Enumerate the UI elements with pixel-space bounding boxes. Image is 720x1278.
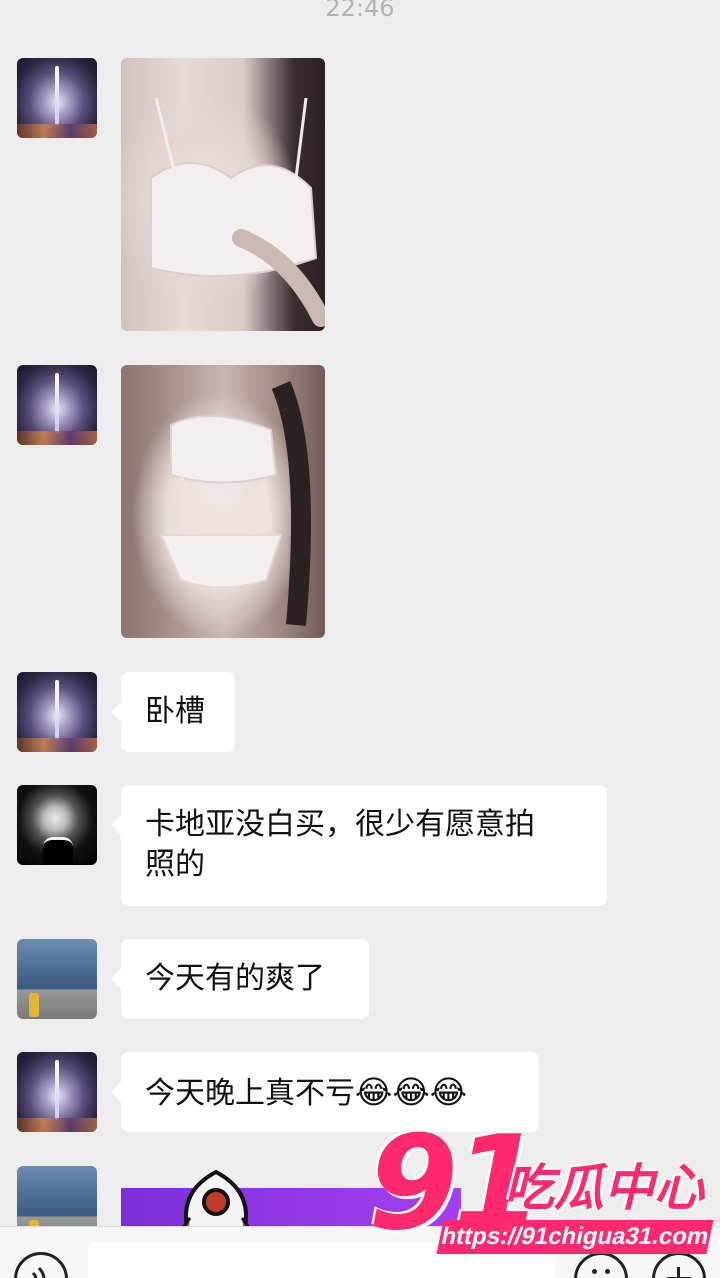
image-message[interactable]	[121, 58, 325, 331]
avatar[interactable]	[17, 672, 97, 752]
message-bubble[interactable]: 卧槽	[111, 672, 235, 752]
photo-illustration	[159, 381, 311, 626]
avatar[interactable]	[17, 58, 97, 138]
message-bubble[interactable]: 今天有的爽了	[111, 939, 369, 1019]
message-text-line: 卡地亚没白买，很少有愿意拍	[145, 807, 535, 842]
message-text: 今天有的爽了	[145, 961, 325, 996]
timestamp: 22:46	[325, 0, 395, 22]
laughing-emoji-icon: 😂😂😂	[355, 1073, 468, 1111]
avatar[interactable]	[17, 1052, 97, 1132]
watermark-url: https://91chigua31.com	[436, 1220, 714, 1254]
avatar[interactable]	[17, 785, 97, 865]
avatar[interactable]	[17, 939, 97, 1019]
message-text: 今天晚上真不亏	[145, 1076, 355, 1111]
voice-icon[interactable]	[14, 1252, 68, 1278]
message-text-line: 照的	[145, 847, 205, 882]
message-bubble[interactable]: 卡地亚没白买，很少有愿意拍 照的	[111, 785, 607, 906]
image-message[interactable]	[121, 365, 325, 638]
message-text: 卧槽	[145, 694, 205, 729]
photo-illustration	[150, 97, 325, 327]
watermark-name: 吃瓜中心	[504, 1159, 704, 1217]
avatar[interactable]	[17, 365, 97, 445]
